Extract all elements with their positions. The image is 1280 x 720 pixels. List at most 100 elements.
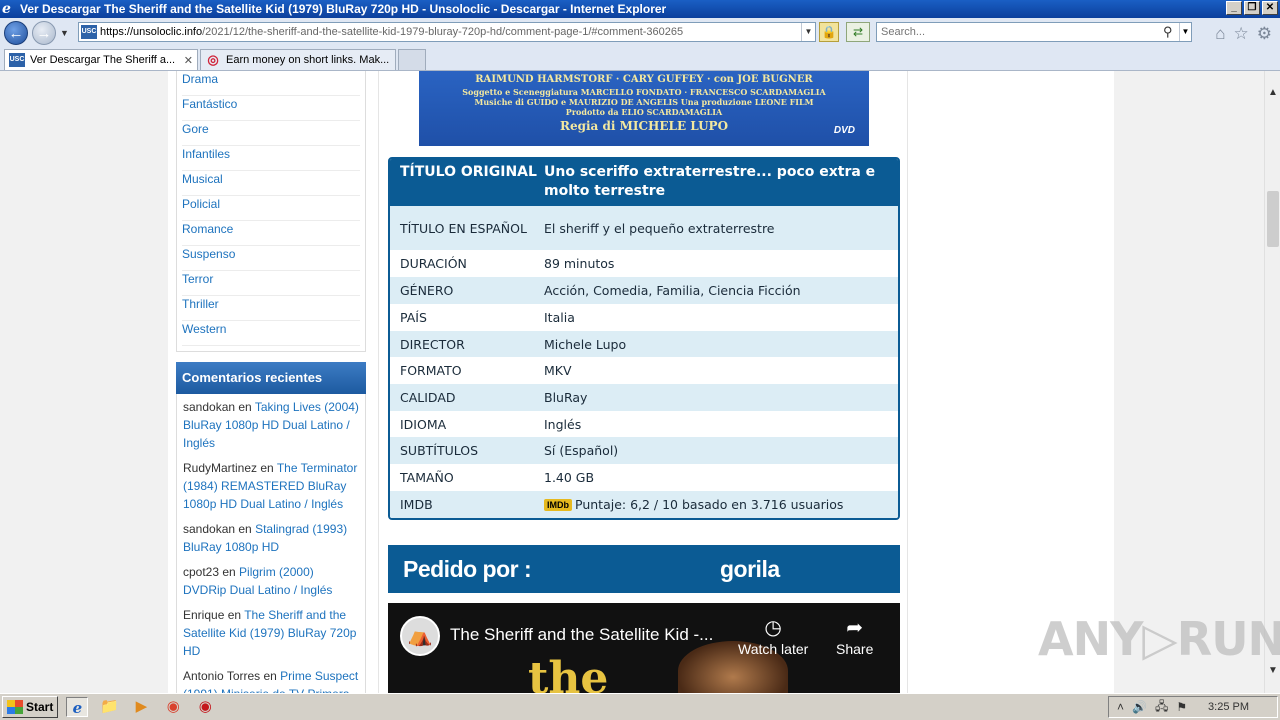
scroll-thumb[interactable] xyxy=(1267,191,1279,247)
tools-gear-icon[interactable]: ⚙ xyxy=(1257,24,1272,44)
comment-author: Antonio Torres xyxy=(183,669,261,683)
info-row: TÍTULO EN ESPAÑOL El sheriff y el pequeño… xyxy=(390,206,898,250)
category-link[interactable]: Thriller xyxy=(182,296,360,321)
comment-separator: en xyxy=(260,669,281,683)
info-value: MKV xyxy=(544,363,572,378)
video-title[interactable]: The Sheriff and the Satellite Kid -... xyxy=(450,625,713,645)
home-icon[interactable]: ⌂ xyxy=(1215,24,1225,44)
security-lock-icon[interactable]: 🔒 xyxy=(819,22,839,42)
comment-author: cpot23 xyxy=(183,565,220,579)
close-button[interactable]: ✕ xyxy=(1262,1,1278,15)
search-box[interactable]: ⚲ ▼ xyxy=(876,22,1192,42)
channel-avatar-icon[interactable]: ⛺ xyxy=(400,616,440,656)
category-link[interactable]: Policial xyxy=(182,196,360,221)
categories-widget: Drama Fantástico Gore Infantiles Musical… xyxy=(176,71,366,352)
info-row: TAMAÑO 1.40 GB xyxy=(390,464,898,491)
taskbar: Start e 📁 ▶ ◉ ◉ ˄ 🔊 🖧 ⚑ 3:25 PM xyxy=(0,693,1280,720)
minimize-button[interactable]: _ xyxy=(1226,1,1242,15)
category-link[interactable]: Fantástico xyxy=(182,96,360,121)
info-key: SUBTÍTULOS xyxy=(400,443,479,458)
info-key: IDIOMA xyxy=(400,416,447,432)
info-value: Uno sceriffo extraterrestre... poco extr… xyxy=(544,164,876,199)
recent-comments-list: sandokan en Taking Lives (2004) BluRay 1… xyxy=(176,394,366,693)
file-explorer-icon[interactable]: 📁 xyxy=(98,697,120,717)
page-body: Drama Fantástico Gore Infantiles Musical… xyxy=(168,71,1114,693)
comment-separator: en xyxy=(224,608,245,622)
info-value: Inglés xyxy=(544,416,582,432)
tab-bar: USC Ver Descargar The Sheriff a... ✕ ◎ E… xyxy=(0,48,1280,71)
info-row: GÉNERO Acción, Comedia, Familia, Ciencia … xyxy=(390,277,898,304)
info-row: IDIOMA Inglés xyxy=(390,411,898,437)
network-icon[interactable]: 🖧 xyxy=(1155,697,1168,718)
restore-button[interactable]: ❐ xyxy=(1244,1,1260,15)
compatibility-refresh-icon[interactable]: ⇄ xyxy=(846,22,870,42)
recent-pages-dropdown-icon[interactable]: ▼ xyxy=(60,28,69,38)
favorites-star-icon[interactable]: ☆ xyxy=(1234,24,1249,44)
info-header-row: TÍTULO ORIGINAL Uno sceriffo extraterres… xyxy=(390,159,898,206)
search-input[interactable] xyxy=(877,26,1163,38)
address-dropdown-icon[interactable]: ▼ xyxy=(801,23,815,41)
info-row: DIRECTOR Michele Lupo xyxy=(390,331,898,357)
tray-expand-icon[interactable]: ˄ xyxy=(1117,700,1124,714)
youtube-embed[interactable]: the ⛺ The Sheriff and the Satellite Kid … xyxy=(388,603,900,693)
recent-comment: sandokan en Taking Lives (2004) BluRay 1… xyxy=(183,398,359,452)
info-value: Sí (Español) xyxy=(544,443,619,458)
category-link[interactable]: Western xyxy=(182,321,360,346)
info-value: Michele Lupo xyxy=(544,336,627,352)
action-center-flag-icon[interactable]: ⚑ xyxy=(1176,700,1187,714)
opera-stop-icon[interactable]: ◉ xyxy=(194,697,216,717)
address-url[interactable]: https://unsoloclic.info/2021/12/the-sher… xyxy=(100,26,801,38)
media-player-icon[interactable]: ▶ xyxy=(130,697,152,717)
sidebar: Drama Fantástico Gore Infantiles Musical… xyxy=(176,71,366,693)
watch-later-button[interactable]: ◷ Watch later xyxy=(738,615,808,657)
requested-by-banner: Pedido por : gorila xyxy=(388,545,900,593)
share-button[interactable]: ➦ Share xyxy=(836,615,873,657)
page-viewport: Drama Fantástico Gore Infantiles Musical… xyxy=(0,71,1264,693)
requested-by-label: Pedido por : xyxy=(403,556,532,582)
vertical-scrollbar[interactable]: ▲ ▼ xyxy=(1264,71,1280,693)
address-bar[interactable]: USC https://unsoloclic.info/2021/12/the-… xyxy=(78,22,816,42)
poster-music: Musiche di GUIDO e MAURIZIO DE ANGELIS U… xyxy=(474,97,814,107)
tab-current-page[interactable]: USC Ver Descargar The Sheriff a... ✕ xyxy=(4,49,198,70)
category-link[interactable]: Gore xyxy=(182,121,360,146)
new-tab-button[interactable] xyxy=(398,49,426,70)
start-button[interactable]: Start xyxy=(2,696,59,718)
comment-author: Enrique xyxy=(183,608,225,622)
poster-director: Regia di MICHELE LUPO xyxy=(559,119,729,133)
anyrun-watermark: ANY▷RUN xyxy=(1038,612,1280,666)
share-arrow-icon: ➦ xyxy=(846,617,864,639)
scroll-up-icon[interactable]: ▲ xyxy=(1265,85,1280,101)
recent-comment: Enrique en The Sheriff and the Satellite… xyxy=(183,606,359,660)
info-value: IMDb Puntaje: 6,2 / 10 basado en 3.716 us… xyxy=(544,497,888,512)
window-title: Ver Descargar The Sheriff and the Satell… xyxy=(20,2,667,16)
category-link[interactable]: Musical xyxy=(182,171,360,196)
info-value: El sheriff y el pequeño extraterrestre xyxy=(544,220,775,236)
category-link[interactable]: Suspenso xyxy=(182,246,360,271)
volume-icon[interactable]: 🔊 xyxy=(1132,700,1147,714)
imdb-logo-badge: IMDb xyxy=(544,499,572,511)
dvd-logo: DVD xyxy=(833,125,855,136)
back-button[interactable]: ← xyxy=(4,21,28,45)
poster-cast: RAIMUND HARMSTORF · CARY GUFFEY · con JO… xyxy=(475,74,813,85)
comment-separator: en xyxy=(235,522,256,536)
category-link[interactable]: Romance xyxy=(182,221,360,246)
info-value: 89 minutos xyxy=(544,256,615,271)
tab-close-icon[interactable]: ✕ xyxy=(184,54,193,67)
comment-author: sandokan xyxy=(183,400,236,414)
forward-button[interactable]: → xyxy=(32,21,56,45)
category-link[interactable]: Infantiles xyxy=(182,146,360,171)
window-title-bar: e Ver Descargar The Sheriff and the Sate… xyxy=(0,0,1280,18)
internet-explorer-taskbar-icon[interactable]: e xyxy=(66,697,89,717)
navigation-bar: ← → ▼ USC https://unsoloclic.info/2021/1… xyxy=(0,18,1280,48)
internet-explorer-icon: e xyxy=(2,1,11,17)
site-favicon-icon: USC xyxy=(81,25,97,39)
search-provider-dropdown-icon[interactable]: ▼ xyxy=(1179,23,1191,41)
poster-producer: Prodotto da ELIO SCARDAMAGLIA xyxy=(565,107,723,117)
search-icon[interactable]: ⚲ xyxy=(1163,24,1179,40)
tab-earn-money[interactable]: ◎ Earn money on short links. Mak... xyxy=(200,49,396,70)
category-link[interactable]: Drama xyxy=(182,71,360,96)
chrome-icon[interactable]: ◉ xyxy=(162,697,184,717)
category-link[interactable]: Terror xyxy=(182,271,360,296)
clock[interactable]: 3:25 PM xyxy=(1208,701,1249,713)
video-thumbnail-title-art: the xyxy=(528,653,609,693)
